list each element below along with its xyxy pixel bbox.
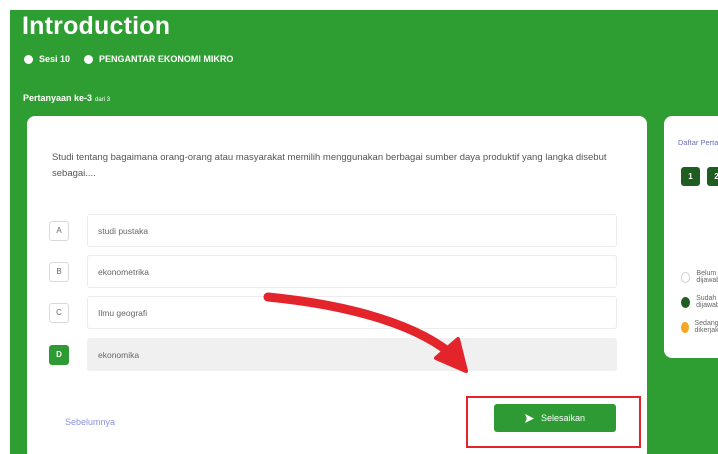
annotation-arrow-icon [263,292,468,373]
